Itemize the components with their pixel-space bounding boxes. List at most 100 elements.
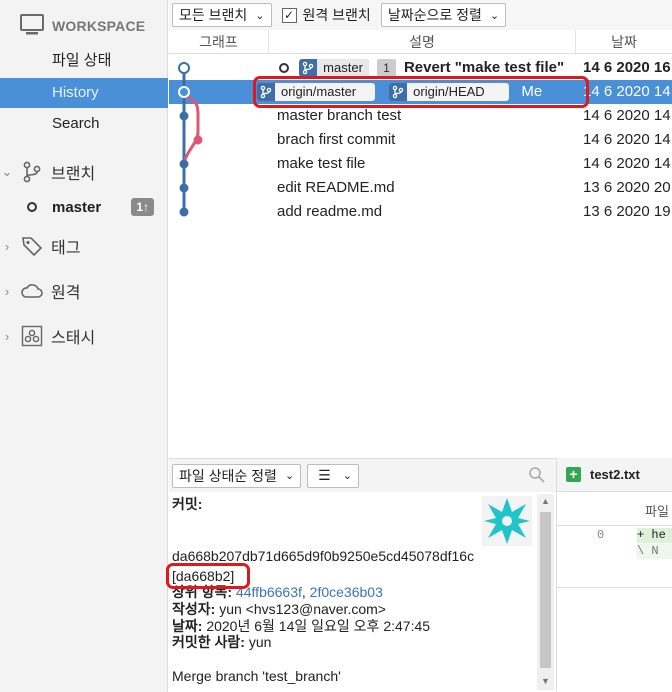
diff-added-line[interactable]: + he [637,528,672,543]
commit-row[interactable]: brach first commit 14 6 2020 14 [169,128,672,152]
commit-row[interactable]: edit README.md 13 6 2020 20 [169,176,672,200]
ahead-badge: 1↑ [131,198,154,216]
scroll-up-icon[interactable]: ▲ [541,496,550,506]
ahead-count-badge: 1 [377,59,396,78]
chevron-down-icon: ⌄ [255,9,265,22]
committer-value: yun [248,634,272,650]
branch-filter-label: 모든 브랜치 [179,7,248,23]
date-value: 2020년 6월 14일 일요일 오후 2:47:45 [206,618,431,634]
history-toolbar: 모든 브랜치 ⌄ ✓ 원격 브랜치 날짜순으로 정렬 ⌄ [169,0,672,30]
diff-file-header[interactable]: + test2.txt [557,458,672,492]
chevron-down-icon: ⌄ [342,470,352,482]
branch-name: master [52,198,102,216]
graph-node[interactable] [179,207,189,217]
commit-date: 14 6 2020 14 [583,131,671,148]
sidebar: WORKSPACE 파일 상태 History Search ⌄ 브랜치 mas… [0,0,168,692]
remote-branches-checkbox[interactable]: ✓ 원격 브랜치 [281,5,371,25]
commit-message: edit README.md [277,179,395,196]
commit-message: make test file [277,155,366,172]
chevron-right-icon[interactable]: › [0,284,15,299]
author-avatar [482,496,532,546]
section-tags[interactable]: › 태그 [0,230,80,262]
list-icon: ☰ [318,467,331,483]
committer-line: 커밋한 사람: yun [172,634,271,651]
added-file-icon: + [566,467,581,482]
sort-label: 날짜순으로 정렬 [387,7,482,23]
monitor-icon [20,13,44,39]
workspace-title: WORKSPACE [52,18,146,34]
commit-list-header: 그래프 설명 날짜 [169,30,672,54]
commit-date: 14 6 2020 14 [583,155,671,172]
section-stashes[interactable]: › 스태시 [0,320,95,352]
diff-file-name: test2.txt [590,467,640,482]
branch-item-master[interactable]: master 1↑ [0,194,168,220]
chevron-right-icon[interactable]: › [0,329,15,344]
diff-column-label: 파일 [645,504,669,519]
column-description[interactable]: 설명 [269,30,576,54]
commit-label: 커밋: [172,496,203,512]
graph-node[interactable] [179,183,189,193]
nav-file-status[interactable]: 파일 상태 [0,46,168,76]
date-label: 날짜: [172,618,203,634]
column-graph[interactable]: 그래프 [169,30,269,54]
search-icon[interactable] [528,466,546,487]
commit-message: brach first commit [277,131,396,148]
section-remotes[interactable]: › 원격 [0,275,81,307]
commit-date: 14 6 2020 16 [583,59,671,76]
diff-pane: + test2.txt 파일 0 + he \ N [556,458,672,692]
date-line: 날짜: 2020년 6월 14일 일요일 오후 2:47:45 [172,618,430,635]
scrollbar-thumb[interactable] [540,512,551,668]
section-branches[interactable]: ⌄ 브랜치 [0,156,95,188]
committer-label: 커밋한 사람: [172,634,245,650]
branch-filter-dropdown[interactable]: 모든 브랜치 ⌄ [172,3,272,27]
chevron-down-icon: ⌄ [489,9,500,22]
commit-date: 14 6 2020 14 [583,83,671,100]
file-sort-label: 파일 상태순 정렬 [179,467,277,484]
sort-dropdown[interactable]: 날짜순으로 정렬 ⌄ [380,3,507,27]
graph-node[interactable] [193,135,203,145]
author-value: yun <hvs123@naver.com> [219,601,386,617]
chevron-down-icon[interactable]: ⌄ [0,164,15,180]
tag-icon [19,233,45,259]
scroll-down-icon[interactable]: ▼ [541,676,550,686]
current-branch-indicator [27,202,37,212]
commit-graph [178,62,203,217]
diff-column-header: 파일 [557,492,672,526]
view-mode-dropdown[interactable]: ☰ ⌄ [307,463,359,488]
commit-date: 13 6 2020 19 [583,203,671,220]
nav-search[interactable]: Search [0,109,168,139]
section-remotes-label: 원격 [51,285,81,302]
file-sort-dropdown[interactable]: 파일 상태순 정렬 ⌄ [172,463,302,488]
section-stashes-label: 스태시 [51,330,96,347]
graph-node[interactable] [179,159,189,169]
highlight-box-short-hash [166,563,250,589]
branch-icon [299,59,317,77]
checkmark-icon[interactable]: ✓ [281,7,297,23]
workspace-header[interactable]: WORKSPACE [20,12,145,40]
column-date[interactable]: 날짜 [576,30,672,54]
nav-history[interactable]: History [0,78,168,108]
file-list-toolbar: 파일 상태순 정렬 ⌄ ☰ ⌄ [169,458,556,492]
branch-icon [19,159,45,185]
chevron-down-icon: ⌄ [284,470,295,482]
commit-message: Revert "make test file" [403,59,565,76]
commit-date: 13 6 2020 20 [583,179,671,196]
graph-node[interactable] [178,86,190,98]
graph-node[interactable] [179,111,189,121]
head-marker-icon [279,63,289,74]
commit-date: 14 6 2020 14 [583,107,671,124]
stash-icon [19,323,45,349]
ref-tag-master[interactable]: master [299,59,369,78]
parent-link-2[interactable]: 2f0ce36b03 [310,584,383,600]
diff-line-number: 0 [597,528,605,542]
detail-scrollbar[interactable]: ▲ ▼ [537,494,554,690]
cloud-icon [19,278,45,304]
author-line: 작성자: yun <hvs123@naver.com> [172,601,386,618]
highlight-box-refs [253,76,589,108]
graph-node[interactable] [178,62,190,74]
commit-row[interactable]: add readme.md 13 6 2020 19 [169,200,672,224]
diff-no-newline-line: \ N [637,544,672,559]
commit-row[interactable]: make test file 14 6 2020 14 [169,152,672,176]
chevron-right-icon[interactable]: › [0,239,15,254]
commit-message: add readme.md [277,203,383,220]
